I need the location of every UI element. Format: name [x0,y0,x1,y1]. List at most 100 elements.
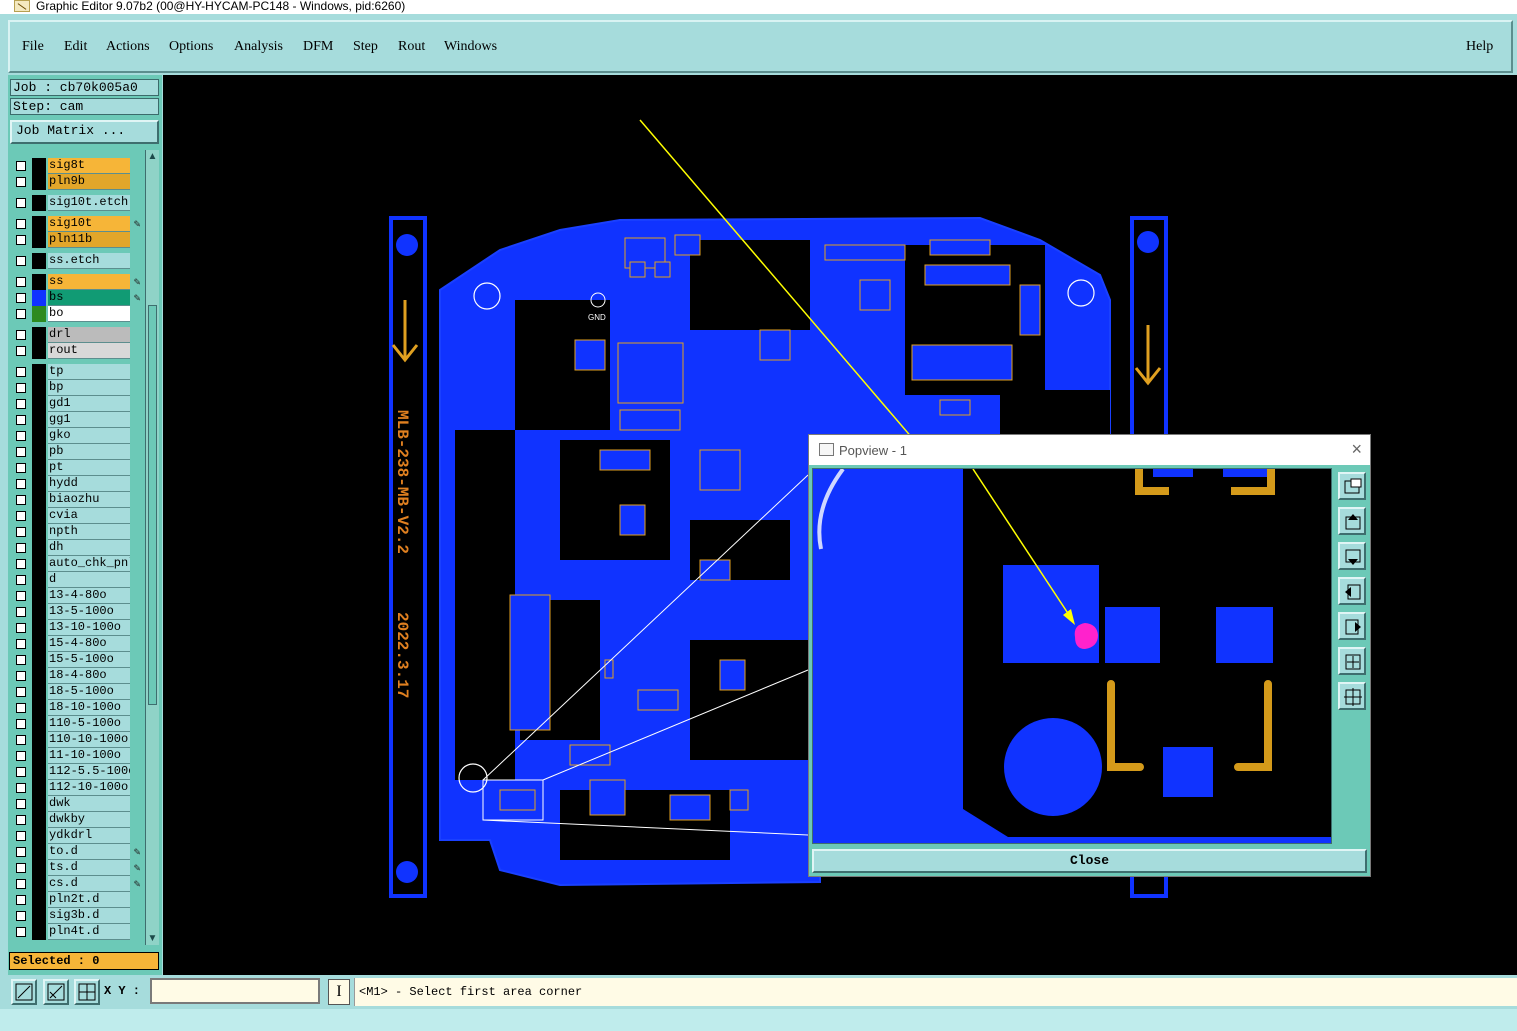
layer-name[interactable]: pln2t.d [48,892,130,908]
layer-name[interactable]: rout [48,343,130,359]
popview-canvas[interactable] [812,468,1332,844]
layer-color-swatch[interactable] [32,274,46,290]
layer-color-swatch[interactable] [32,290,46,306]
layer-color-swatch[interactable] [32,343,46,359]
layer-row[interactable]: 18-10-100o [10,700,145,716]
layer-checkbox[interactable] [16,719,26,729]
layer-checkbox[interactable] [16,543,26,553]
layer-checkbox[interactable] [16,415,26,425]
layer-name[interactable]: pt [48,460,130,476]
layer-name[interactable]: hydd [48,476,130,492]
layer-checkbox[interactable] [16,177,26,187]
layer-row[interactable]: drl [10,327,145,343]
layer-name[interactable]: pln9b [48,174,130,190]
layer-row[interactable]: hydd [10,476,145,492]
layer-color-swatch[interactable] [32,844,46,860]
layer-row[interactable]: ss ✎ [10,274,145,290]
layer-row[interactable]: cs.d ✎ [10,876,145,892]
info-button[interactable]: I [328,979,350,1005]
layer-row[interactable]: dh [10,540,145,556]
layer-row[interactable]: 15-4-80o [10,636,145,652]
layer-row[interactable]: gko [10,428,145,444]
layer-color-swatch[interactable] [32,508,46,524]
layer-checkbox[interactable] [16,927,26,937]
layer-checkbox[interactable] [16,447,26,457]
layer-color-swatch[interactable] [32,604,46,620]
layer-name[interactable]: 110-10-100o [48,732,130,748]
layer-row[interactable]: 11-10-100o [10,748,145,764]
layer-name[interactable]: cvia [48,508,130,524]
layer-name[interactable]: dwkby [48,812,130,828]
layer-color-swatch[interactable] [32,860,46,876]
layer-color-swatch[interactable] [32,780,46,796]
layer-name[interactable]: ss [48,274,130,290]
layer-color-swatch[interactable] [32,540,46,556]
layer-checkbox[interactable] [16,198,26,208]
layer-name[interactable]: bs [48,290,130,306]
menu-step[interactable]: Step [353,39,378,55]
layer-row[interactable]: sig10t ✎ [10,216,145,232]
layer-checkbox[interactable] [16,879,26,889]
layer-color-swatch[interactable] [32,556,46,572]
layer-name[interactable]: 18-5-100o [48,684,130,700]
layer-name[interactable]: biaozhu [48,492,130,508]
layer-name[interactable]: drl [48,327,130,343]
layer-color-swatch[interactable] [32,444,46,460]
zoom-out-icon[interactable] [1338,682,1366,710]
layer-color-swatch[interactable] [32,306,46,322]
layer-color-swatch[interactable] [32,492,46,508]
layer-name[interactable]: cs.d [48,876,130,892]
layer-name[interactable]: 13-10-100o [48,620,130,636]
layer-color-swatch[interactable] [32,908,46,924]
layer-checkbox[interactable] [16,330,26,340]
layer-color-swatch[interactable] [32,476,46,492]
layer-name[interactable]: dwk [48,796,130,812]
layer-checkbox[interactable] [16,607,26,617]
layer-color-swatch[interactable] [32,924,46,940]
layer-row[interactable]: bo [10,306,145,322]
layer-name[interactable]: to.d [48,844,130,860]
layer-color-swatch[interactable] [32,764,46,780]
layer-checkbox[interactable] [16,277,26,287]
layer-row[interactable]: d [10,572,145,588]
layer-row[interactable]: dwk [10,796,145,812]
layer-checkbox[interactable] [16,219,26,229]
layer-checkbox[interactable] [16,671,26,681]
layer-checkbox[interactable] [16,575,26,585]
layer-row[interactable]: 18-4-80o [10,668,145,684]
layer-name[interactable]: sig10t [48,216,130,232]
popview-close-button[interactable]: Close [812,849,1367,873]
layer-row[interactable]: to.d ✎ [10,844,145,860]
scroll-down-icon[interactable]: ▼ [146,932,159,945]
menu-analysis[interactable]: Analysis [234,39,283,55]
layer-checkbox[interactable] [16,256,26,266]
layer-row[interactable]: rout [10,343,145,359]
layer-row[interactable]: pln9b [10,174,145,190]
layer-row[interactable]: pb [10,444,145,460]
layer-name[interactable]: auto_chk_pnl [48,556,130,572]
menu-options[interactable]: Options [169,39,213,55]
layer-name[interactable]: 11-10-100o [48,748,130,764]
pan-down-icon[interactable] [1338,542,1366,570]
layer-name[interactable]: pln11b [48,232,130,248]
layer-color-swatch[interactable] [32,524,46,540]
layer-name[interactable]: sig8t [48,158,130,174]
layer-row[interactable]: 18-5-100o [10,684,145,700]
layer-checkbox[interactable] [16,735,26,745]
layer-name[interactable]: bp [48,380,130,396]
job-matrix-button[interactable]: Job Matrix ... [10,120,159,144]
pan-left-icon[interactable] [1338,577,1366,605]
layer-name[interactable]: ydkdrl [48,828,130,844]
layer-row[interactable]: 112-10-100o [10,780,145,796]
layer-name[interactable]: ss.etch [48,253,130,269]
menu-windows[interactable]: Windows [444,39,497,55]
grid-tool-icon[interactable] [74,979,100,1005]
menu-dfm[interactable]: DFM [303,39,333,55]
layer-checkbox[interactable] [16,815,26,825]
layer-name[interactable]: 112-10-100o [48,780,130,796]
menu-edit[interactable]: Edit [64,39,87,55]
layer-color-swatch[interactable] [32,364,46,380]
layer-name[interactable]: 112-5.5-100o [48,764,130,780]
layer-checkbox[interactable] [16,367,26,377]
layer-color-swatch[interactable] [32,572,46,588]
